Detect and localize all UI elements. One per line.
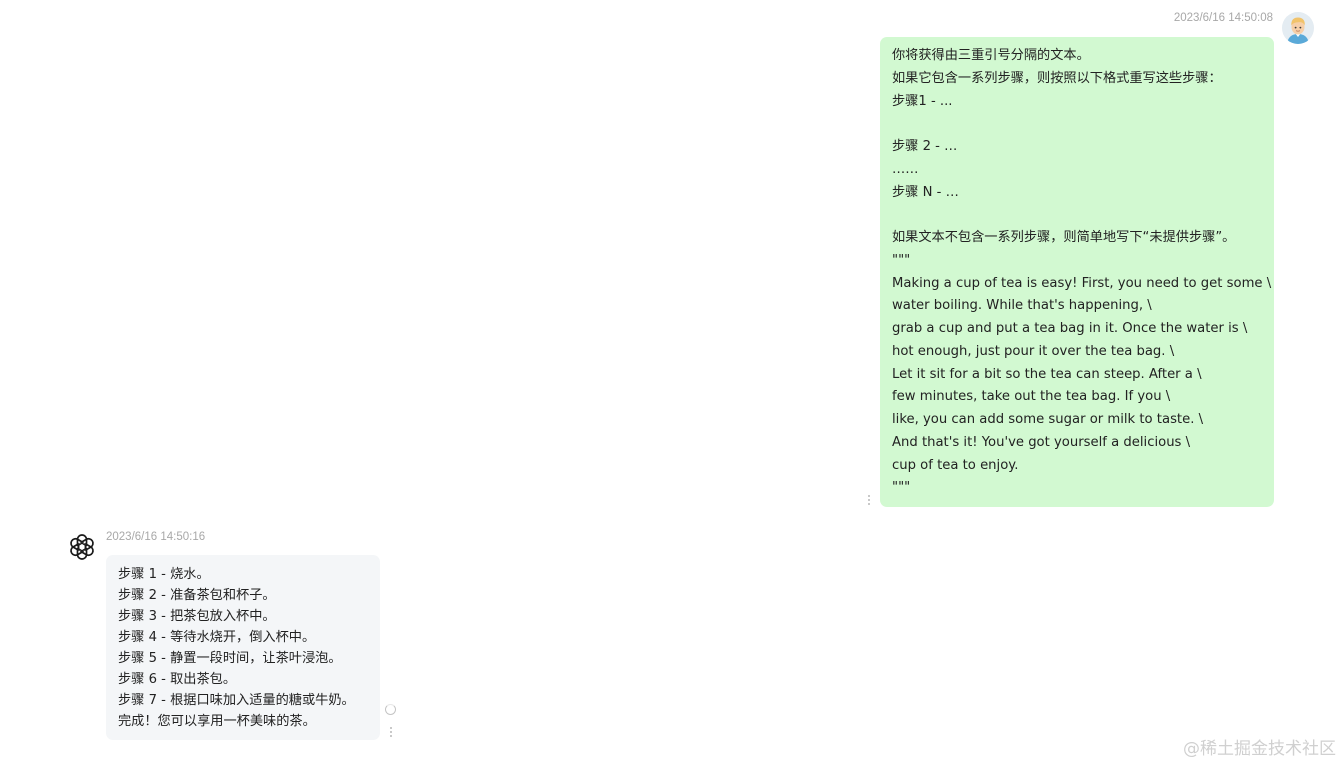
bot-message-more-icon[interactable] (389, 727, 393, 739)
message-line: 步骤 5 - 静置一段时间，让茶叶浸泡。 (118, 651, 342, 666)
message-line: 步骤 N - … (892, 184, 959, 200)
message-line: few minutes, take out the tea bag. If yo… (892, 389, 1171, 405)
bot-message-bubble[interactable]: 步骤 1 - 烧水。 步骤 2 - 准备茶包和杯子。 步骤 3 - 把茶包放入杯… (106, 555, 380, 740)
message-line: 步骤 3 - 把茶包放入杯中。 (118, 609, 276, 624)
message-line: And that's it! You've got yourself a del… (892, 434, 1191, 450)
loading-icon (385, 704, 396, 715)
message-line: 步骤 1 - 烧水。 (118, 567, 210, 582)
message-line: 你将获得由三重引号分隔的文本。 (892, 48, 1090, 63)
message-line: 完成！您可以享用一杯美味的茶。 (118, 714, 316, 729)
user-avatar-icon[interactable] (1282, 12, 1314, 44)
message-line: 步骤1 - ... (892, 93, 953, 109)
message-line: 如果文本不包含一系列步骤，则简单地写下“未提供步骤”。 (892, 230, 1236, 245)
message-line: 步骤 4 - 等待水烧开，倒入杯中。 (118, 630, 316, 645)
chat-view: 2023/6/16 14:50:08 你将获得由三重引号分隔的文本。 如果它包含… (0, 0, 1343, 762)
message-line: Let it sit for a bit so the tea can stee… (892, 366, 1202, 382)
openai-logo-icon (67, 532, 97, 562)
user-message-more-icon[interactable] (867, 495, 871, 507)
message-line: 步骤 7 - 根据口味加入适量的糖或牛奶。 (118, 693, 355, 708)
message-line (892, 113, 1274, 136)
message-line: …… (892, 161, 919, 177)
user-message-timestamp: 2023/6/16 14:50:08 (1173, 12, 1273, 24)
message-line: """ (892, 252, 911, 268)
message-line: 步骤 6 - 取出茶包。 (118, 672, 237, 687)
message-line: Making a cup of tea is easy! First, you … (892, 275, 1272, 291)
message-line: 如果它包含一系列步骤，则按照以下格式重写这些步骤： (892, 70, 1222, 86)
message-line (892, 204, 1274, 227)
message-line: cup of tea to enjoy. (892, 457, 1019, 473)
message-line: grab a cup and put a tea bag in it. Once… (892, 321, 1248, 336)
message-line: 步骤 2 - 准备茶包和杯子。 (118, 588, 276, 603)
message-line: like, you can add some sugar or milk to … (892, 412, 1204, 427)
message-line: """ (892, 480, 911, 496)
message-line: water boiling. While that's happening, \ (892, 298, 1152, 314)
bot-message-timestamp: 2023/6/16 14:50:16 (106, 531, 206, 543)
message-line: hot enough, just pour it over the tea ba… (892, 343, 1175, 359)
user-message-bubble[interactable]: 你将获得由三重引号分隔的文本。 如果它包含一系列步骤，则按照以下格式重写这些步骤… (880, 37, 1274, 507)
message-line: 步骤 2 - … (892, 139, 958, 154)
watermark: @稀土掘金技术社区 (1183, 739, 1336, 759)
